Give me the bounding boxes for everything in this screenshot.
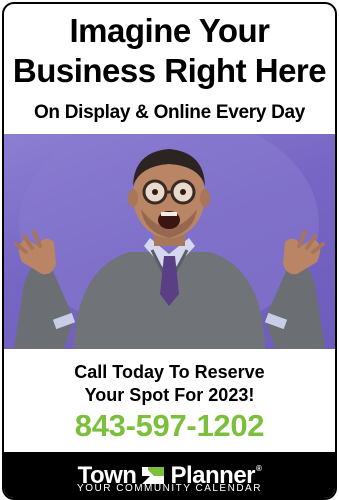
cta-line-1: Call Today To Reserve <box>74 362 265 382</box>
subheadline: On Display & Online Every Day <box>33 102 306 123</box>
excited-man-photo <box>4 134 335 349</box>
headline-line-1: Imagine Your <box>69 12 271 49</box>
registered-mark: ® <box>256 464 262 473</box>
tagline: YOUR COMMUNITY CALENDAR <box>77 483 262 494</box>
photo-illustration <box>14 134 325 349</box>
headline-line-2: Business Right Here <box>12 52 327 89</box>
phone-number[interactable]: 843-597-1202 <box>4 408 335 444</box>
advertisement-card: Imagine Your Business Right Here On Disp… <box>2 2 337 500</box>
cta-line-2: Your Spot For 2023! <box>84 385 255 405</box>
footer-banner: Town Planner® YOUR COMMUNITY CALENDAR <box>4 452 335 498</box>
